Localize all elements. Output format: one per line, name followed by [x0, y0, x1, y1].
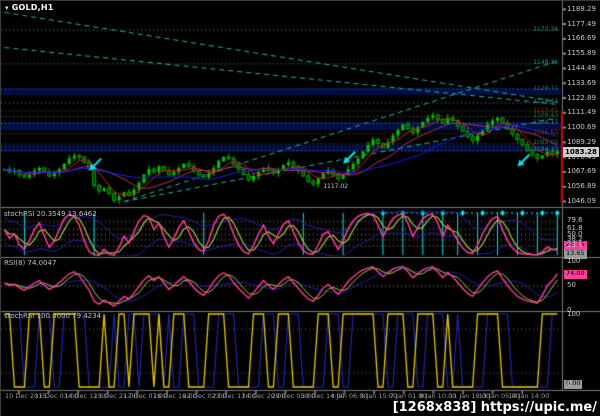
price-level-label: 1104.17	[533, 119, 558, 126]
price-axis-label: 1100.69	[567, 123, 596, 132]
price-level-label: 1173.34	[533, 25, 558, 33]
price-axis-label: 1046.09	[567, 197, 596, 205]
price-level-label: 1096.63	[533, 129, 558, 137]
rsi-value-box: 74.00	[564, 269, 587, 279]
price-axis-label: 1166.69	[567, 34, 596, 43]
price-axis-label: 1122.89	[567, 93, 596, 102]
chart-window: ▾ GOLD,H1 stochRSI 20.3549 13.6462 RSI(8)…	[0, 0, 600, 416]
price-level-label: 1129.71	[533, 84, 558, 92]
watermark: [1268x838] https://upic.me/	[392, 400, 597, 415]
stochrsi2-scale-label: 100	[567, 309, 581, 318]
price-axis-label: 1067.69	[567, 167, 596, 176]
price-axis-label: 1056.89	[567, 182, 596, 191]
stochrsi-scale-label: 23.6	[567, 241, 583, 250]
time-axis-label: 14 Jan 14:00	[508, 392, 550, 400]
indicator-label-stochrsi-2: stochRSI 100.0000 79.4234	[4, 312, 102, 320]
symbol-period-label: ▾ GOLD,H1	[5, 4, 54, 12]
price-axis-label: 1188.29	[567, 4, 596, 13]
symbol-period-text: GOLD,H1	[11, 3, 54, 12]
price-axis-label: 1155.89	[567, 49, 596, 58]
chart-symbol-icon: ▾	[5, 4, 9, 12]
price-axis-label: 1078.49	[567, 152, 596, 161]
price-level-label: 1148.31	[533, 59, 558, 67]
price-level-label: 1084.10	[533, 146, 558, 154]
price-level-label: 1119.41	[533, 98, 558, 106]
chart-annotation: 1117.02	[323, 182, 349, 190]
stochrsi2-scale-label: 0	[567, 379, 572, 388]
indicator-label-rsi: RSI(8) 74.0047	[4, 259, 57, 267]
indicator-label-stochrsi-1: stochRSI 20.3549 13.6462	[4, 210, 97, 218]
rsi-scale-label: 100	[567, 256, 581, 265]
price-axis-label: 1177.49	[567, 19, 596, 28]
price-axis-label: 1144.49	[567, 63, 596, 72]
price-axis-label: 1133.69	[567, 78, 596, 87]
price-axis-label: 1111.49	[567, 108, 596, 117]
price-axis-label: 1089.29	[567, 137, 596, 146]
rsi-scale-label: 50	[567, 281, 576, 289]
